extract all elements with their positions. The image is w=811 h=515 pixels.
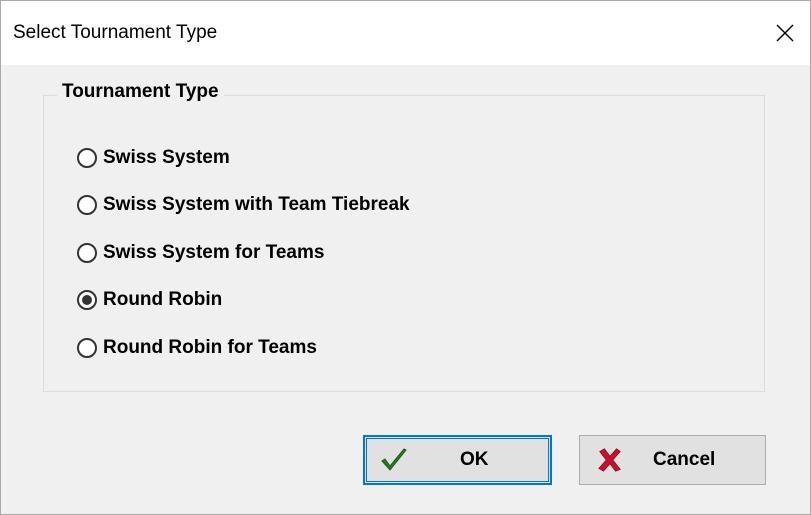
dialog-window: Select Tournament Type Tournament Type S… — [0, 0, 811, 515]
title-bar: Select Tournament Type — [1, 1, 810, 65]
radio-label: Swiss System with Team Tiebreak — [103, 194, 410, 215]
cancel-label: Cancel — [653, 449, 716, 470]
radio-swiss-system[interactable]: Swiss System — [77, 145, 230, 171]
radio-label: Round Robin — [103, 289, 223, 310]
radio-label: Swiss System for Teams — [103, 242, 325, 263]
dialog-title: Select Tournament Type — [13, 22, 218, 43]
ok-label: OK — [460, 449, 489, 470]
radio-button[interactable] — [77, 148, 97, 168]
red-x-icon — [598, 448, 621, 472]
radio-button[interactable] — [77, 290, 97, 310]
radio-label: Swiss System — [103, 147, 230, 168]
radio-button[interactable] — [77, 195, 97, 215]
radio-round-robin-teams[interactable]: Round Robin for Teams — [77, 335, 317, 361]
radio-label: Round Robin for Teams — [103, 337, 317, 358]
cancel-button[interactable]: Cancel — [579, 435, 766, 485]
radio-round-robin[interactable]: Round Robin — [77, 287, 222, 313]
radio-swiss-system-team-tiebreak[interactable]: Swiss System with Team Tiebreak — [77, 192, 410, 218]
close-icon — [776, 24, 794, 42]
radio-swiss-system-teams[interactable]: Swiss System for Teams — [77, 240, 324, 266]
radio-button[interactable] — [77, 338, 97, 358]
groupbox-legend: Tournament Type — [57, 81, 224, 103]
checkmark-icon — [381, 448, 407, 471]
ok-button[interactable]: OK — [363, 435, 552, 485]
close-button[interactable] — [760, 1, 810, 65]
radio-button[interactable] — [77, 243, 97, 263]
